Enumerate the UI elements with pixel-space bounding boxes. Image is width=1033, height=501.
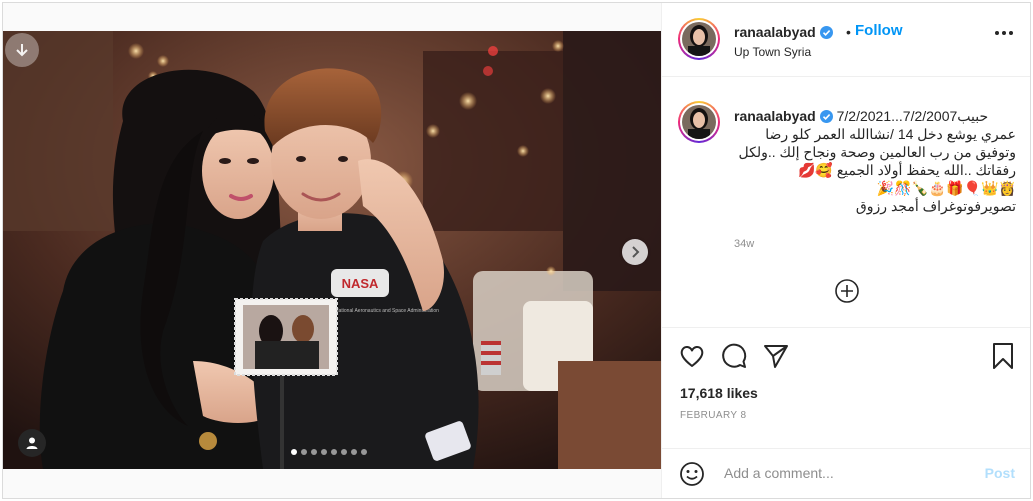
likes-count[interactable]: 17,618 likes — [680, 385, 758, 401]
caption-area: ranaalabyad حبيب7/2/2007...7/2/2021 عمري… — [662, 77, 1030, 327]
follow-button[interactable]: Follow — [855, 22, 903, 39]
next-slide-button[interactable] — [622, 239, 648, 265]
load-more-comments-icon[interactable] — [833, 277, 861, 305]
avatar[interactable] — [678, 18, 720, 60]
verified-badge-icon — [819, 110, 833, 123]
post-media: NASA National Aeronautics and Space Admi… — [3, 3, 661, 498]
like-heart-icon[interactable] — [678, 342, 706, 370]
verified-badge-icon — [819, 26, 833, 39]
post-actions: 17,618 likes FEBRUARY 8 Post — [662, 327, 1030, 498]
carousel-dot — [291, 449, 297, 455]
avatar-image — [682, 22, 716, 56]
user-icon — [26, 437, 38, 449]
carousel-dot — [301, 449, 307, 455]
separator-bullet: • — [846, 24, 851, 40]
carousel-dot — [321, 449, 327, 455]
caption-emojis: 🎉🎊🍾🎂🎁🎈👑👸 — [876, 180, 1016, 196]
post-location[interactable]: Up Town Syria — [734, 45, 811, 59]
caption-username[interactable]: ranaalabyad — [734, 108, 833, 124]
carousel-dot — [311, 449, 317, 455]
post-sidebar: ranaalabyad • Follow Up Town Syria ranaa… — [661, 3, 1030, 498]
caption-timestamp[interactable]: 34w — [734, 238, 754, 250]
comment-bar: Post — [662, 448, 1030, 498]
comment-icon[interactable] — [720, 342, 748, 370]
photo-illustration: NASA National Aeronautics and Space Admi… — [3, 31, 661, 469]
post-date[interactable]: FEBRUARY 8 — [680, 410, 746, 421]
share-icon[interactable] — [762, 342, 790, 370]
carousel-dot — [331, 449, 337, 455]
tagged-users-button[interactable] — [18, 429, 46, 457]
post-photo[interactable]: NASA National Aeronautics and Space Admi… — [3, 31, 661, 469]
caption-date-range: حبيب7/2/2007...7/2/2021 — [836, 108, 989, 124]
save-bookmark-icon[interactable] — [989, 342, 1017, 370]
post-caption: ranaalabyad حبيب7/2/2007...7/2/2021 عمري… — [734, 107, 1016, 215]
instagram-post: NASA National Aeronautics and Space Admi… — [2, 2, 1031, 499]
caption-text: عمري يوشع دخل 14 /نشاالله العمر كلو رضا … — [738, 126, 1016, 178]
caption-avatar[interactable] — [678, 101, 720, 143]
caption-photo-credit: تصويرفوتوغراف أمجد رزوق — [855, 198, 1016, 214]
nasa-logo-text: NASA — [342, 276, 379, 291]
carousel-dot — [341, 449, 347, 455]
emoji-picker-icon[interactable] — [679, 461, 705, 487]
post-header: ranaalabyad • Follow Up Town Syria — [662, 3, 1030, 77]
carousel-dot — [351, 449, 357, 455]
carousel-indicator — [291, 449, 367, 455]
avatar-image — [682, 105, 716, 139]
more-options-icon[interactable] — [995, 31, 1013, 35]
chevron-right-icon — [632, 246, 640, 258]
download-icon[interactable] — [5, 33, 39, 67]
post-comment-button[interactable]: Post — [985, 465, 1015, 481]
comment-input[interactable] — [724, 462, 964, 484]
header-username[interactable]: ranaalabyad — [734, 24, 833, 40]
carousel-dot — [361, 449, 367, 455]
